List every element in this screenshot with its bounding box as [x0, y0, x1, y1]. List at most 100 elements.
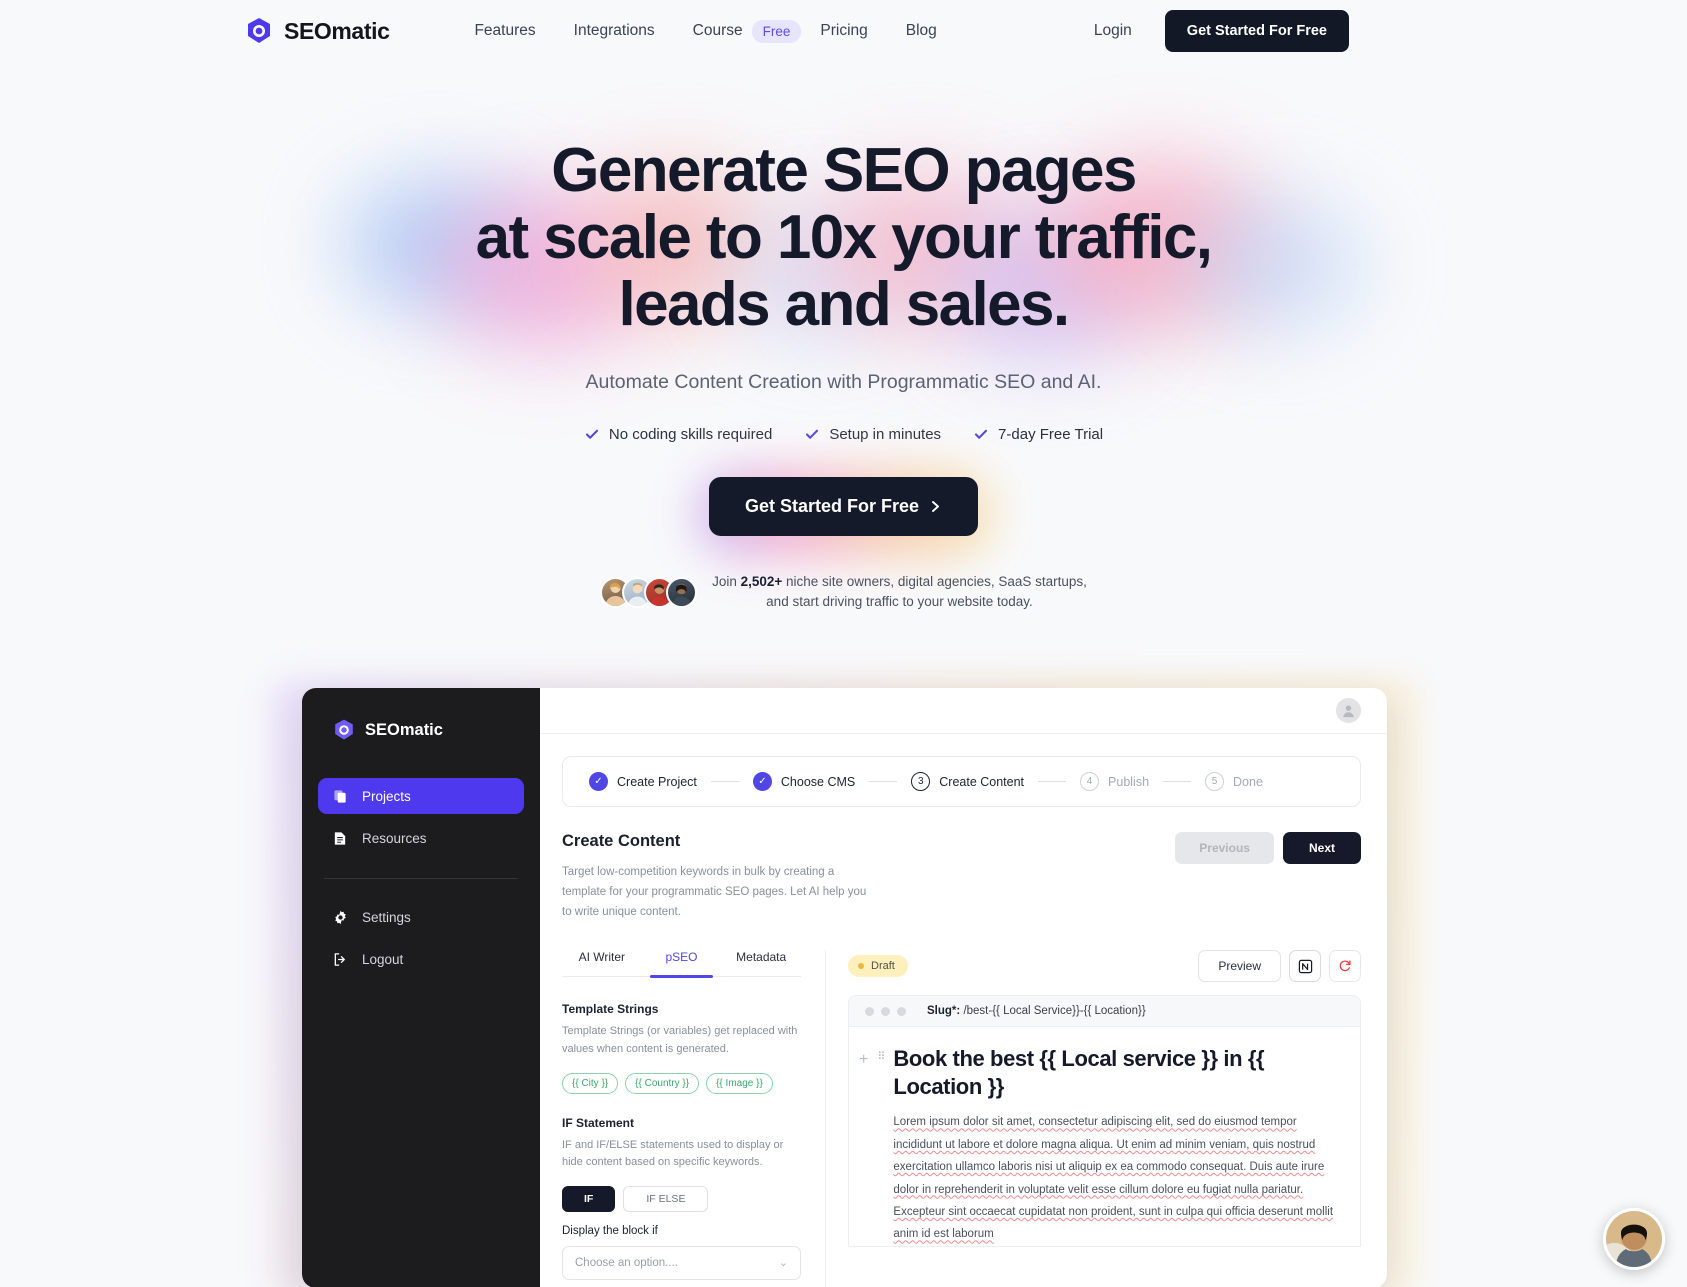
social-proof-text: Join 2,502+ niche site owners, digital a…	[712, 572, 1087, 613]
window-dot-icon	[897, 1006, 906, 1016]
hero-feature-list: No coding skills required Setup in minut…	[0, 426, 1687, 443]
window-dot-icon	[865, 1006, 874, 1016]
document-icon	[332, 830, 348, 846]
content-header: Create Content Target low-competition ke…	[562, 832, 1361, 922]
app-sidebar-nav: Projects Resources Settings Logout	[318, 778, 524, 977]
user-avatar[interactable]	[1336, 698, 1361, 723]
content-title: Create Content	[562, 832, 681, 850]
template-pill-image[interactable]: {{ Image }}	[706, 1072, 773, 1094]
app-main: ✓ Create Project ✓ Choose CMS 3 Create C…	[540, 688, 1387, 1287]
previous-button[interactable]: Previous	[1175, 832, 1274, 864]
feature-item: 7-day Free Trial	[973, 426, 1103, 443]
social-line-2: and start driving traffic to your websit…	[766, 594, 1033, 610]
headline-line-2: at scale to 10x your traffic,	[475, 202, 1213, 272]
login-link[interactable]: Login	[1094, 22, 1132, 40]
app-sidebar: SEOmatic Projects Resources Settings Log…	[302, 688, 540, 1287]
support-agent-avatar	[1606, 1211, 1662, 1267]
sidebar-label: Projects	[362, 788, 411, 804]
social-prefix: Join	[712, 573, 737, 589]
step-connector	[869, 781, 898, 782]
gear-icon	[332, 909, 348, 925]
hero-get-started-button[interactable]: Get Started For Free	[708, 476, 979, 536]
display-block-label: Display the block if	[562, 1224, 658, 1237]
chevron-right-icon	[932, 500, 939, 512]
if-else-button[interactable]: IF ELSE	[623, 1185, 709, 1212]
editor-document[interactable]: Book the best {{ Local service }} in {{ …	[885, 1045, 1344, 1246]
tab-pseo[interactable]: pSEO	[642, 950, 722, 978]
tab-metadata[interactable]: Metadata	[721, 950, 801, 976]
headline-line-1: Generate SEO pages	[551, 136, 1137, 205]
next-button[interactable]: Next	[1282, 832, 1361, 864]
template-pill-country[interactable]: {{ Country }}	[625, 1072, 700, 1094]
window-dot-icon	[881, 1006, 890, 1016]
slug-text[interactable]: Slug*: /best-{{ Local Service}}-{{ Locat…	[927, 1005, 1146, 1017]
settings-tabs: AI Writer pSEO Metadata	[562, 950, 801, 978]
drag-handle-icon[interactable]: ⠿	[877, 1052, 885, 1246]
feature-label: 7-day Free Trial	[998, 425, 1104, 443]
sidebar-item-settings[interactable]: Settings	[318, 899, 524, 935]
hero-section: Generate SEO pages at scale to 10x your …	[0, 0, 1687, 612]
app-sidebar-logo[interactable]: SEOmatic	[318, 688, 524, 742]
step-publish[interactable]: 4 Publish	[1080, 772, 1149, 791]
chat-widget-button[interactable]	[1603, 1208, 1665, 1270]
editor-toolbar: Draft Preview	[848, 950, 1361, 983]
step-check-icon: ✓	[589, 772, 608, 791]
nav-link-integrations[interactable]: Integrations	[555, 22, 674, 40]
add-block-icon[interactable]: +	[859, 1052, 868, 1246]
step-create-content[interactable]: 3 Create Content	[911, 772, 1024, 791]
notion-icon[interactable]	[1289, 950, 1321, 983]
template-pill-city[interactable]: {{ City }}	[562, 1072, 619, 1094]
social-proof: Join 2,502+ niche site owners, digital a…	[0, 572, 1687, 613]
hero-subtitle: Automate Content Creation with Programma…	[585, 370, 1102, 393]
if-statement-toggle: IF IF ELSE	[562, 1185, 801, 1212]
nav-get-started-button[interactable]: Get Started For Free	[1164, 10, 1349, 52]
step-label: Publish	[1108, 774, 1150, 789]
step-number: 3	[911, 772, 931, 791]
nav-link-pricing[interactable]: Pricing	[801, 22, 886, 40]
editor-body: + ⠿ Book the best {{ Local service }} in…	[848, 1027, 1361, 1247]
nav-link-features[interactable]: Features	[455, 22, 554, 40]
seomatic-logo-icon	[335, 719, 353, 740]
nav-badge-free: Free	[751, 19, 802, 43]
nav-links: Features Integrations Course Free Pricin…	[455, 19, 956, 43]
slug-label: Slug*:	[927, 1005, 961, 1018]
page-title: Generate SEO pages at scale to 10x your …	[0, 136, 1687, 339]
status-badge: Draft	[848, 955, 908, 978]
preview-button[interactable]: Preview	[1198, 950, 1281, 983]
content-header-text: Create Content Target low-competition ke…	[562, 832, 872, 922]
if-statement-title: IF Statement	[562, 1115, 635, 1130]
hero-cta-label: Get Started For Free	[744, 495, 920, 516]
step-choose-cms[interactable]: ✓ Choose CMS	[752, 772, 855, 791]
brand-logo[interactable]: SEOmatic	[244, 16, 390, 46]
step-connector	[1038, 781, 1067, 782]
template-strings-description: Template Strings (or variables) get repl…	[562, 1025, 798, 1055]
sidebar-item-projects[interactable]: Projects	[318, 778, 524, 814]
step-label: Create Project	[617, 774, 697, 789]
sidebar-item-logout[interactable]: Logout	[318, 941, 524, 977]
nav-link-course[interactable]: Course	[674, 22, 762, 40]
avatar	[666, 576, 698, 608]
step-number: 4	[1080, 772, 1100, 791]
check-icon	[585, 430, 598, 440]
document-paragraph: Lorem ipsum dolor sit amet, consectetur …	[893, 1116, 1334, 1241]
seomatic-logo-icon	[244, 16, 274, 46]
step-create-project[interactable]: ✓ Create Project	[589, 772, 697, 791]
brand-name: SEOmatic	[284, 17, 390, 44]
avatar-group	[600, 576, 698, 608]
condition-select-value: Choose an option....	[575, 1256, 678, 1269]
sidebar-divider	[324, 878, 518, 879]
sidebar-item-resources[interactable]: Resources	[318, 820, 524, 856]
status-dot-icon	[858, 963, 864, 970]
status-badge-label: Draft	[871, 960, 895, 973]
slug-value: /best-{{ Local Service}}-{{ Location}}	[963, 1005, 1146, 1018]
step-label: Create Content	[939, 774, 1025, 789]
tab-ai-writer[interactable]: AI Writer	[562, 950, 642, 976]
if-button[interactable]: IF	[562, 1185, 616, 1212]
logout-icon	[332, 951, 348, 967]
refresh-icon[interactable]	[1329, 950, 1361, 983]
step-done[interactable]: 5 Done	[1205, 772, 1263, 791]
condition-select[interactable]: Choose an option.... ⌄	[562, 1245, 801, 1280]
nav-link-blog[interactable]: Blog	[887, 22, 956, 40]
feature-label: Setup in minutes	[829, 425, 942, 443]
hero-cta-wrapper: Get Started For Free	[0, 468, 1687, 559]
